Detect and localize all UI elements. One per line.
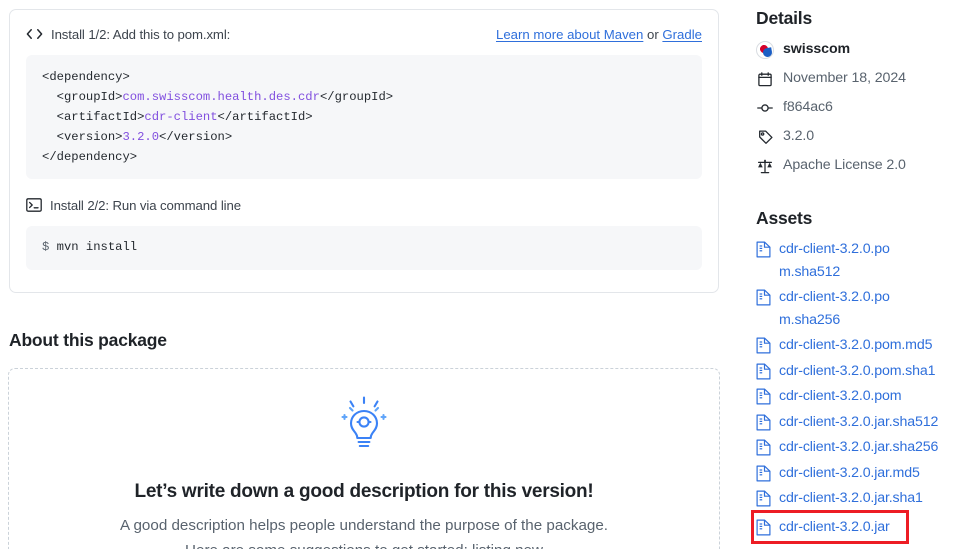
shell-prompt: $: [42, 240, 57, 254]
law-icon: [756, 157, 774, 175]
file-icon: [756, 519, 771, 536]
about-section-title: About this package: [9, 330, 167, 350]
assets-heading: Assets: [756, 208, 813, 228]
file-icon: [756, 388, 771, 405]
asset-link[interactable]: cdr-client-3.2.0.jar: [779, 516, 890, 539]
asset-link[interactable]: cdr-client-3.2.0.jar.sha1: [779, 487, 923, 510]
code-line-2: <groupId>com.swisscom.health.des.cdr</gr…: [42, 90, 394, 104]
asset-item-highlighted[interactable]: cdr-client-3.2.0.jar: [751, 509, 909, 544]
pom-xml-code-block[interactable]: <dependency> <groupId>com.swisscom.healt…: [26, 55, 702, 179]
main-content-column: Install 1/2: Add this to pom.xml: Learn …: [0, 0, 740, 549]
links-separator: or: [643, 26, 663, 42]
lightbulb-icon: [333, 395, 395, 458]
detail-tag-label: 3.2.0: [783, 128, 815, 144]
swisscom-avatar-icon: [756, 41, 774, 59]
detail-row-owner[interactable]: swisscom: [756, 39, 964, 68]
learn-more-maven-link[interactable]: Learn more about Maven: [496, 27, 643, 42]
about-empty-state-box[interactable]: Let’s write down a good description for …: [8, 368, 720, 549]
about-empty-paragraph: A good description helps people understa…: [119, 517, 609, 549]
code-line-5: </dependency>: [42, 150, 138, 164]
calendar-icon: [756, 70, 774, 88]
install-step1-header: Install 1/2: Add this to pom.xml: Learn …: [26, 24, 702, 44]
details-sidebar: Details swisscom November 18, 2024 f864a…: [751, 0, 964, 549]
detail-owner-label: swisscom: [783, 41, 851, 57]
details-heading: Details: [756, 8, 812, 28]
code-line-4: <version>3.2.0</version>: [42, 130, 233, 144]
asset-item[interactable]: cdr-client-3.2.0.pom.sha256: [756, 286, 964, 331]
code-line-1: <dependency>: [42, 70, 130, 84]
install-step2-header: Install 2/2: Run via command line: [26, 195, 702, 215]
asset-item[interactable]: cdr-client-3.2.0.jar.sha256: [756, 436, 964, 459]
terminal-icon: [26, 198, 42, 212]
asset-item[interactable]: cdr-client-3.2.0.jar.md5: [756, 462, 964, 485]
file-icon: [756, 414, 771, 431]
install-docs-links: Learn more about Maven or Gradle: [496, 27, 702, 42]
about-empty-heading: Let’s write down a good description for …: [134, 481, 594, 502]
file-icon: [756, 337, 771, 354]
file-icon: [756, 465, 771, 482]
asset-link[interactable]: cdr-client-3.2.0.jar.md5: [779, 462, 920, 485]
package-version-page: Install 1/2: Add this to pom.xml: Learn …: [0, 0, 964, 549]
asset-item[interactable]: cdr-client-3.2.0.pom: [756, 385, 964, 408]
asset-link[interactable]: cdr-client-3.2.0.pom.sha512: [779, 238, 891, 283]
detail-license-label: Apache License 2.0: [783, 157, 906, 173]
detail-row-tag: 3.2.0: [756, 126, 964, 155]
command-line-code-block[interactable]: $ mvn install: [26, 226, 702, 270]
asset-link[interactable]: cdr-client-3.2.0.pom: [779, 385, 902, 408]
assets-list: cdr-client-3.2.0.pom.sha512 cdr-client-3…: [751, 238, 964, 544]
file-icon: [756, 289, 771, 306]
asset-link[interactable]: cdr-client-3.2.0.jar.sha256: [779, 436, 938, 459]
asset-item[interactable]: cdr-client-3.2.0.pom.md5: [756, 334, 964, 357]
lightbulb-icon-wrapper: [9, 395, 719, 458]
commit-icon: [756, 99, 774, 117]
tag-icon: [756, 128, 774, 146]
install-step1-label: Install 1/2: Add this to pom.xml:: [51, 26, 231, 42]
asset-link[interactable]: cdr-client-3.2.0.pom.md5: [779, 334, 932, 357]
asset-item[interactable]: cdr-client-3.2.0.jar.sha1: [756, 487, 964, 510]
code-icon: [26, 27, 43, 41]
detail-row-license: Apache License 2.0: [756, 155, 964, 184]
install-instructions-card: Install 1/2: Add this to pom.xml: Learn …: [9, 9, 719, 293]
asset-link[interactable]: cdr-client-3.2.0.jar.sha512: [779, 411, 938, 434]
asset-item[interactable]: cdr-client-3.2.0.jar.sha512: [756, 411, 964, 434]
detail-date-label: November 18, 2024: [783, 70, 906, 86]
shell-command: mvn install: [56, 240, 138, 254]
detail-commit-label: f864ac6: [783, 99, 833, 115]
gradle-link[interactable]: Gradle: [662, 27, 702, 42]
asset-item[interactable]: cdr-client-3.2.0.pom.sha1: [756, 360, 964, 383]
file-icon: [756, 490, 771, 507]
details-list: swisscom November 18, 2024 f864ac6 3.2.0…: [756, 39, 964, 184]
detail-row-commit[interactable]: f864ac6: [756, 97, 964, 126]
asset-link[interactable]: cdr-client-3.2.0.pom.sha256: [779, 286, 891, 331]
asset-item[interactable]: cdr-client-3.2.0.pom.sha512: [756, 238, 964, 283]
detail-row-date: November 18, 2024: [756, 68, 964, 97]
code-line-3: <artifactId>cdr-client</artifactId>: [42, 110, 313, 124]
file-icon: [756, 241, 771, 258]
install-step2-label: Install 2/2: Run via command line: [50, 197, 241, 213]
install-step1-header-left: Install 1/2: Add this to pom.xml:: [26, 27, 230, 42]
file-icon: [756, 363, 771, 380]
file-icon: [756, 439, 771, 456]
asset-link[interactable]: cdr-client-3.2.0.pom.sha1: [779, 360, 935, 383]
